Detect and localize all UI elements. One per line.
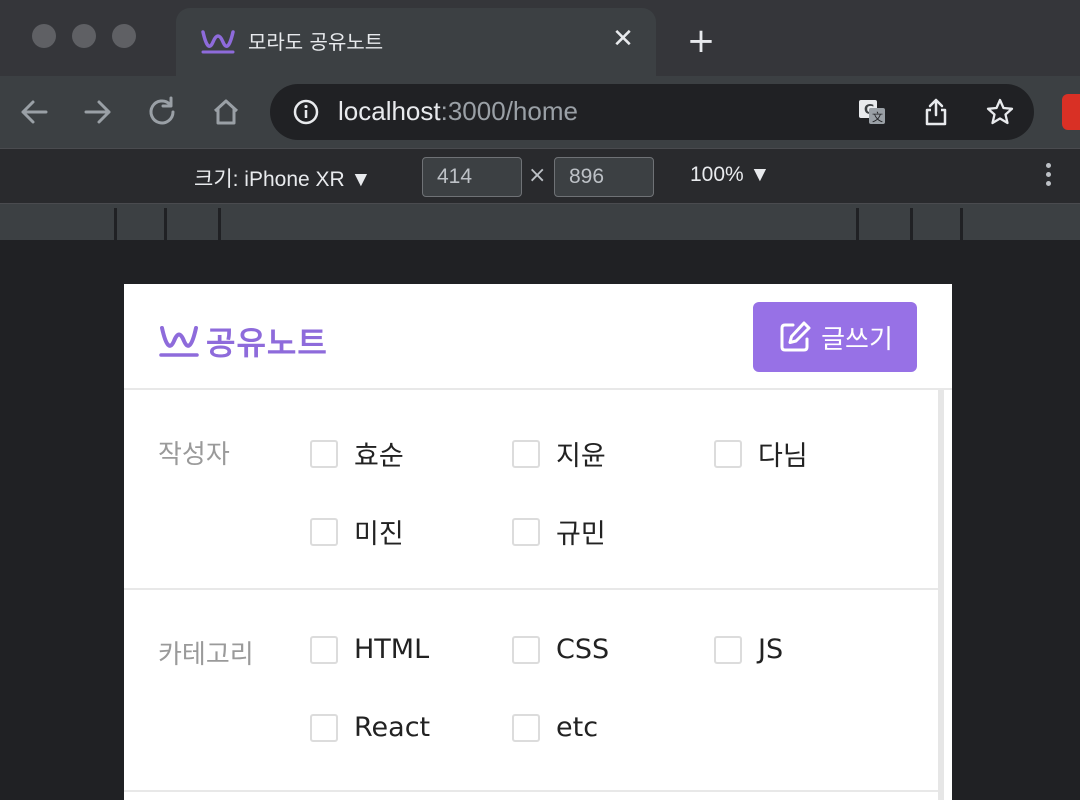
checkbox[interactable] bbox=[310, 713, 338, 742]
category-filter-section: 카테고리 HTML CSS JS React etc bbox=[124, 590, 938, 792]
back-arrow-icon[interactable] bbox=[14, 92, 54, 132]
window-zoom-dot[interactable] bbox=[112, 24, 136, 48]
translate-icon[interactable]: G 文 bbox=[856, 96, 888, 128]
reload-icon[interactable] bbox=[142, 92, 182, 132]
url-path: :3000/home bbox=[440, 96, 578, 126]
checkbox[interactable] bbox=[310, 635, 338, 664]
option-label: 효순 bbox=[354, 441, 404, 472]
forward-arrow-icon[interactable] bbox=[78, 92, 118, 132]
scrollbar[interactable] bbox=[938, 390, 944, 800]
tab-title: 모라도 공유노트 bbox=[248, 30, 384, 54]
option-label: 지윤 bbox=[556, 441, 606, 472]
checkbox[interactable] bbox=[512, 713, 540, 742]
category-option[interactable]: etc bbox=[512, 712, 598, 743]
option-label: 미진 bbox=[354, 519, 404, 550]
zoom-select[interactable]: 100% ▼ bbox=[690, 163, 770, 187]
app-page: 공유노트 글쓰기 작성자 효순 지윤 다님 미진 규민 카테고리 HTML CS… bbox=[124, 284, 952, 800]
brand-logo-icon bbox=[159, 326, 199, 357]
window-close-dot[interactable] bbox=[32, 24, 56, 48]
option-label: etc bbox=[556, 712, 599, 743]
category-option[interactable]: React bbox=[310, 712, 430, 743]
option-label: 규민 bbox=[556, 519, 606, 550]
option-label: 다님 bbox=[758, 441, 808, 472]
site-info-icon[interactable] bbox=[292, 98, 320, 126]
device-viewport: 공유노트 글쓰기 작성자 효순 지윤 다님 미진 규민 카테고리 HTML CS… bbox=[0, 240, 1080, 800]
checkbox[interactable] bbox=[310, 439, 338, 468]
author-option[interactable]: 다님 bbox=[714, 434, 808, 473]
app-header: 공유노트 글쓰기 bbox=[124, 284, 952, 390]
author-option[interactable]: 규민 bbox=[512, 512, 606, 551]
option-label: HTML bbox=[354, 634, 430, 665]
browser-tab-strip: 모라도 공유노트 ✕ + bbox=[0, 0, 1080, 76]
checkbox[interactable] bbox=[512, 439, 540, 468]
author-filter-label: 작성자 bbox=[158, 440, 230, 470]
brand-name: 공유노트 bbox=[206, 324, 328, 362]
checkbox[interactable] bbox=[714, 439, 742, 468]
url-host: localhost bbox=[338, 96, 441, 126]
category-option[interactable]: JS bbox=[714, 634, 783, 665]
home-icon[interactable] bbox=[206, 92, 246, 132]
bookmark-star-icon[interactable] bbox=[984, 96, 1016, 128]
category-option[interactable]: HTML bbox=[310, 634, 429, 665]
viewport-height-input[interactable]: 896 bbox=[554, 157, 654, 197]
author-option[interactable]: 미진 bbox=[310, 512, 404, 551]
url-text[interactable]: localhost:3000/home bbox=[338, 96, 578, 127]
window-minimize-dot[interactable] bbox=[72, 24, 96, 48]
checkbox[interactable] bbox=[714, 635, 742, 664]
write-button[interactable]: 글쓰기 bbox=[753, 302, 917, 372]
app-logo-icon bbox=[201, 30, 235, 54]
checkbox[interactable] bbox=[310, 517, 338, 546]
browser-toolbar: localhost:3000/home G 文 bbox=[0, 76, 1080, 148]
checkbox[interactable] bbox=[512, 635, 540, 664]
svg-text:文: 文 bbox=[872, 110, 883, 124]
viewport-width-input[interactable]: 414 bbox=[422, 157, 522, 197]
address-bar[interactable]: localhost:3000/home G 文 bbox=[270, 84, 1034, 140]
category-filter-label: 카테고리 bbox=[158, 640, 254, 670]
share-icon[interactable] bbox=[920, 96, 952, 128]
tab-close-icon[interactable]: ✕ bbox=[608, 24, 638, 54]
new-tab-icon[interactable]: + bbox=[684, 24, 718, 58]
author-option[interactable]: 효순 bbox=[310, 434, 404, 473]
author-filter-section: 작성자 효순 지윤 다님 미진 규민 bbox=[124, 390, 938, 590]
author-option[interactable]: 지윤 bbox=[512, 434, 606, 473]
option-label: CSS bbox=[556, 634, 610, 665]
option-label: JS bbox=[758, 634, 784, 665]
media-query-bar bbox=[0, 204, 1080, 240]
category-option[interactable]: CSS bbox=[512, 634, 609, 665]
brand[interactable]: 공유노트 bbox=[158, 318, 328, 364]
write-button-label: 글쓰기 bbox=[821, 324, 893, 355]
device-toolbar: 크기: iPhone XR ▼ 414 × 896 100% ▼ bbox=[0, 148, 1080, 204]
active-tab[interactable]: 모라도 공유노트 ✕ bbox=[176, 8, 656, 76]
edit-icon bbox=[780, 321, 811, 352]
dimension-separator: × bbox=[528, 163, 547, 188]
option-label: React bbox=[354, 712, 431, 743]
extension-icon[interactable] bbox=[1062, 94, 1080, 130]
more-options-icon[interactable] bbox=[1040, 163, 1056, 191]
device-select[interactable]: 크기: iPhone XR ▼ bbox=[194, 163, 371, 193]
checkbox[interactable] bbox=[512, 517, 540, 546]
